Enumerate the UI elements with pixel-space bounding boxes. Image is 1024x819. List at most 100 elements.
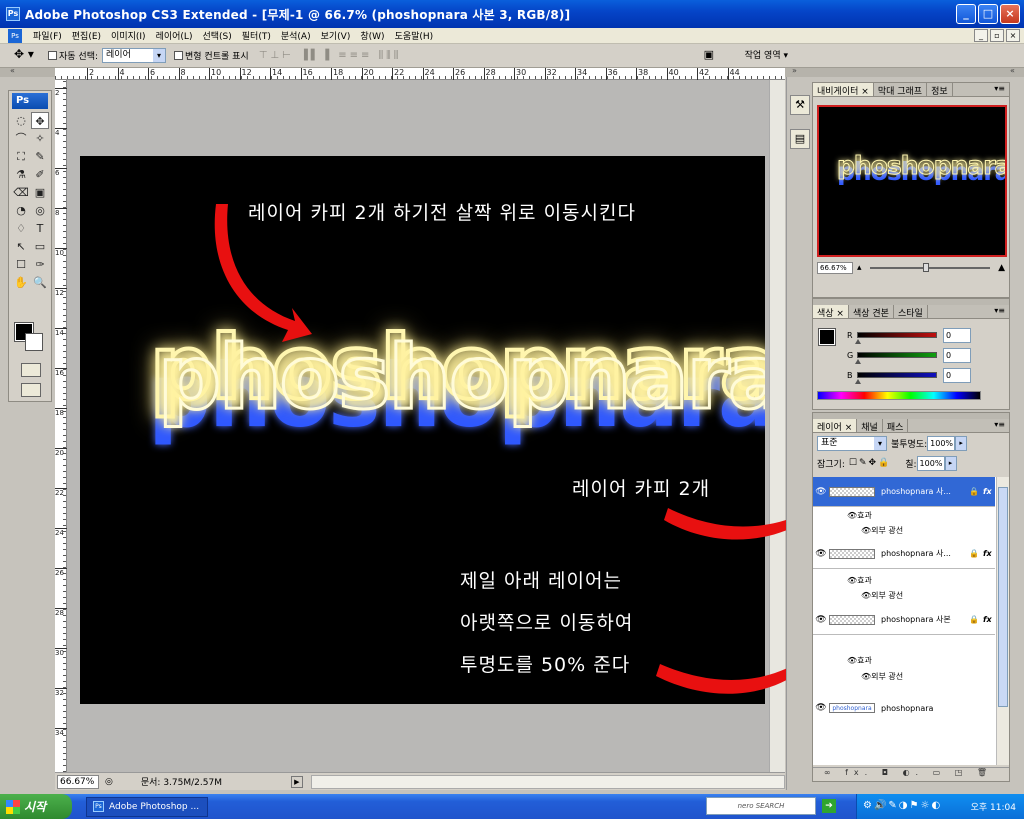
tools-preset-icon[interactable]: ⚒ — [790, 95, 810, 115]
visibility-eye-icon[interactable]: 👁 — [813, 703, 829, 713]
align-icons[interactable]: ⊤⊥⊢ ▐▌▐ ≡≡≡ ⫼⫼⫼ — [259, 50, 402, 61]
color-fg-swatch[interactable] — [818, 328, 836, 346]
navigator-zoom-field[interactable]: 66.67% — [817, 262, 853, 274]
color-menu-icon[interactable]: ▾≡ — [994, 306, 1005, 315]
layers-menu-icon[interactable]: ▾≡ — [994, 420, 1005, 429]
color-r-input[interactable]: 0 — [943, 327, 971, 343]
brush-tool[interactable]: ✐ — [31, 166, 49, 183]
collapse-right-icon[interactable]: » — [792, 66, 797, 75]
layers-scroll-thumb[interactable] — [998, 487, 1008, 707]
menu-select[interactable]: 선택(S) — [197, 29, 236, 42]
layer-row-copy[interactable]: 👁 phoshopnara 사본 🔒 fx — [813, 605, 995, 635]
status-info-icon[interactable]: ◎ — [105, 777, 113, 787]
tray-icons[interactable]: ⚙🔊✎◑⚑☼◐ — [863, 800, 942, 811]
taskbar-photoshop-button[interactable]: Ps Adobe Photoshop ... — [86, 796, 208, 817]
color-b-slider[interactable] — [855, 372, 937, 384]
opacity-arrow-button[interactable]: ▸ — [955, 435, 968, 451]
effects-row[interactable]: 👁 효과 — [813, 573, 995, 588]
color-g-input[interactable]: 0 — [943, 347, 971, 363]
color-b-input[interactable]: 0 — [943, 367, 971, 383]
tab-navigator[interactable]: 내비게이터 × — [813, 83, 874, 97]
layer-row-original[interactable]: 👁 phoshopnara phoshopnara — [813, 693, 995, 723]
nero-search-box[interactable]: nero SEARCH — [706, 797, 816, 815]
expand-right-icon[interactable]: « — [1010, 66, 1015, 75]
quick-mask-button[interactable] — [21, 363, 41, 377]
visibility-eye-icon[interactable]: 👁 — [813, 549, 829, 559]
zoom-out-icon[interactable]: ▴ — [857, 263, 862, 273]
tab-styles[interactable]: 스타일 — [894, 305, 928, 319]
color-g-slider[interactable] — [855, 352, 937, 364]
move-tool[interactable]: ✥ — [31, 112, 49, 129]
blur-tool[interactable]: ◔ — [12, 202, 30, 219]
dodge-tool[interactable]: ◎ — [31, 202, 49, 219]
tab-paths[interactable]: 패스 — [883, 419, 909, 433]
hand-tool[interactable]: ✋ — [12, 274, 30, 291]
photoshop-app-icon[interactable]: Ps — [6, 7, 20, 21]
menu-filter[interactable]: 필터(T) — [237, 29, 276, 42]
close-button[interactable]: × — [1000, 4, 1020, 24]
eyedropper-tool-2[interactable]: ✑ — [31, 256, 49, 273]
shape-tool[interactable]: ▭ — [31, 238, 49, 255]
magic-wand-tool[interactable]: ✧ — [31, 130, 49, 147]
zoom-level-field[interactable]: 66.67% — [57, 774, 99, 789]
tab-color[interactable]: 색상 × — [813, 305, 849, 319]
tab-layers[interactable]: 레이어 × — [813, 419, 858, 433]
lock-icons[interactable]: ☐✎✥🔒 — [849, 458, 891, 468]
navigator-zoom-slider[interactable] — [869, 263, 991, 272]
type-tool[interactable]: T — [31, 220, 49, 237]
outer-glow-row[interactable]: 👁 외부 광선 — [813, 588, 995, 603]
color-r-slider[interactable] — [855, 332, 937, 344]
menu-edit[interactable]: 편집(E) — [67, 29, 106, 42]
status-menu-button[interactable]: ▶ — [290, 775, 303, 788]
effects-row[interactable]: 👁 효과 — [813, 653, 995, 668]
menu-layer[interactable]: 레이어(L) — [151, 29, 198, 42]
visibility-eye-icon[interactable]: 👁 — [813, 615, 829, 625]
layers-scrollbar[interactable] — [996, 477, 1009, 765]
menu-help[interactable]: 도움말(H) — [390, 29, 439, 42]
zoom-in-icon[interactable]: ▲ — [998, 263, 1005, 273]
lasso-tool[interactable]: ⌒ — [12, 130, 30, 147]
tab-histogram[interactable]: 막대 그래프 — [874, 83, 928, 97]
menu-file[interactable]: 파일(F) — [28, 29, 67, 42]
transform-controls-checkbox[interactable] — [174, 51, 184, 60]
vertical-ruler[interactable]: 2 4 6 8 10 12 14 16 18 20 22 24 26 28 30 32 34 — [55, 80, 67, 772]
fx-icon[interactable]: fx — [983, 549, 992, 558]
background-color-swatch[interactable] — [25, 333, 43, 351]
minimize-button[interactable]: _ — [956, 4, 976, 24]
search-go-button[interactable]: ➔ — [822, 799, 836, 813]
doc-close-button[interactable]: × — [1006, 29, 1020, 42]
navigator-menu-icon[interactable]: ▾≡ — [994, 84, 1005, 93]
screen-mode-button[interactable] — [21, 383, 41, 397]
auto-select-dropdown[interactable]: 레이어 — [102, 48, 167, 63]
start-button[interactable]: 시작 — [0, 794, 72, 819]
canvas[interactable]: phoshopnara phoshopnara phoshopnara 레이어 … — [80, 156, 765, 704]
doc-minimize-button[interactable]: _ — [974, 29, 988, 42]
opacity-input[interactable]: 100% — [927, 435, 956, 451]
healing-tool[interactable]: ⚗ — [12, 166, 30, 183]
outer-glow-row[interactable]: 👁 외부 광선 — [813, 669, 995, 684]
fill-arrow-button[interactable]: ▸ — [944, 455, 957, 471]
blend-mode-dropdown[interactable]: 표준 — [817, 435, 887, 451]
menu-image[interactable]: 이미지(I) — [106, 29, 151, 42]
layer-comps-icon[interactable]: ▤ — [790, 129, 810, 149]
crop-tool[interactable]: ⛶ — [12, 148, 30, 165]
eyedropper-tool[interactable]: ✎ — [31, 148, 49, 165]
eraser-tool[interactable]: ⌫ — [12, 184, 30, 201]
pen-tool[interactable]: ♢ — [12, 220, 30, 237]
outer-glow-row[interactable]: 👁 외부 광선 — [813, 523, 995, 538]
maximize-button[interactable]: □ — [978, 4, 998, 24]
document-horizontal-scrollbar[interactable] — [310, 774, 785, 789]
tab-channels[interactable]: 채널 — [857, 419, 883, 433]
marquee-tool[interactable]: ◌ — [12, 112, 30, 129]
color-spectrum-bar[interactable] — [817, 391, 981, 400]
visibility-eye-icon[interactable]: 👁 — [813, 487, 829, 497]
tab-info[interactable]: 정보 — [927, 83, 953, 97]
auto-select-checkbox[interactable] — [48, 51, 57, 60]
doc-restore-button[interactable]: ▫ — [990, 29, 1004, 42]
layer-row-copy-2[interactable]: 👁 phoshopnara 사... 🔒 fx — [813, 539, 995, 569]
zoom-tool[interactable]: 🔍 — [31, 274, 49, 291]
path-selection-tool[interactable]: ↖ — [12, 238, 30, 255]
workspace-icon[interactable]: ▣ — [704, 48, 714, 61]
menu-view[interactable]: 보기(V) — [316, 29, 356, 42]
menu-window[interactable]: 창(W) — [355, 29, 389, 42]
